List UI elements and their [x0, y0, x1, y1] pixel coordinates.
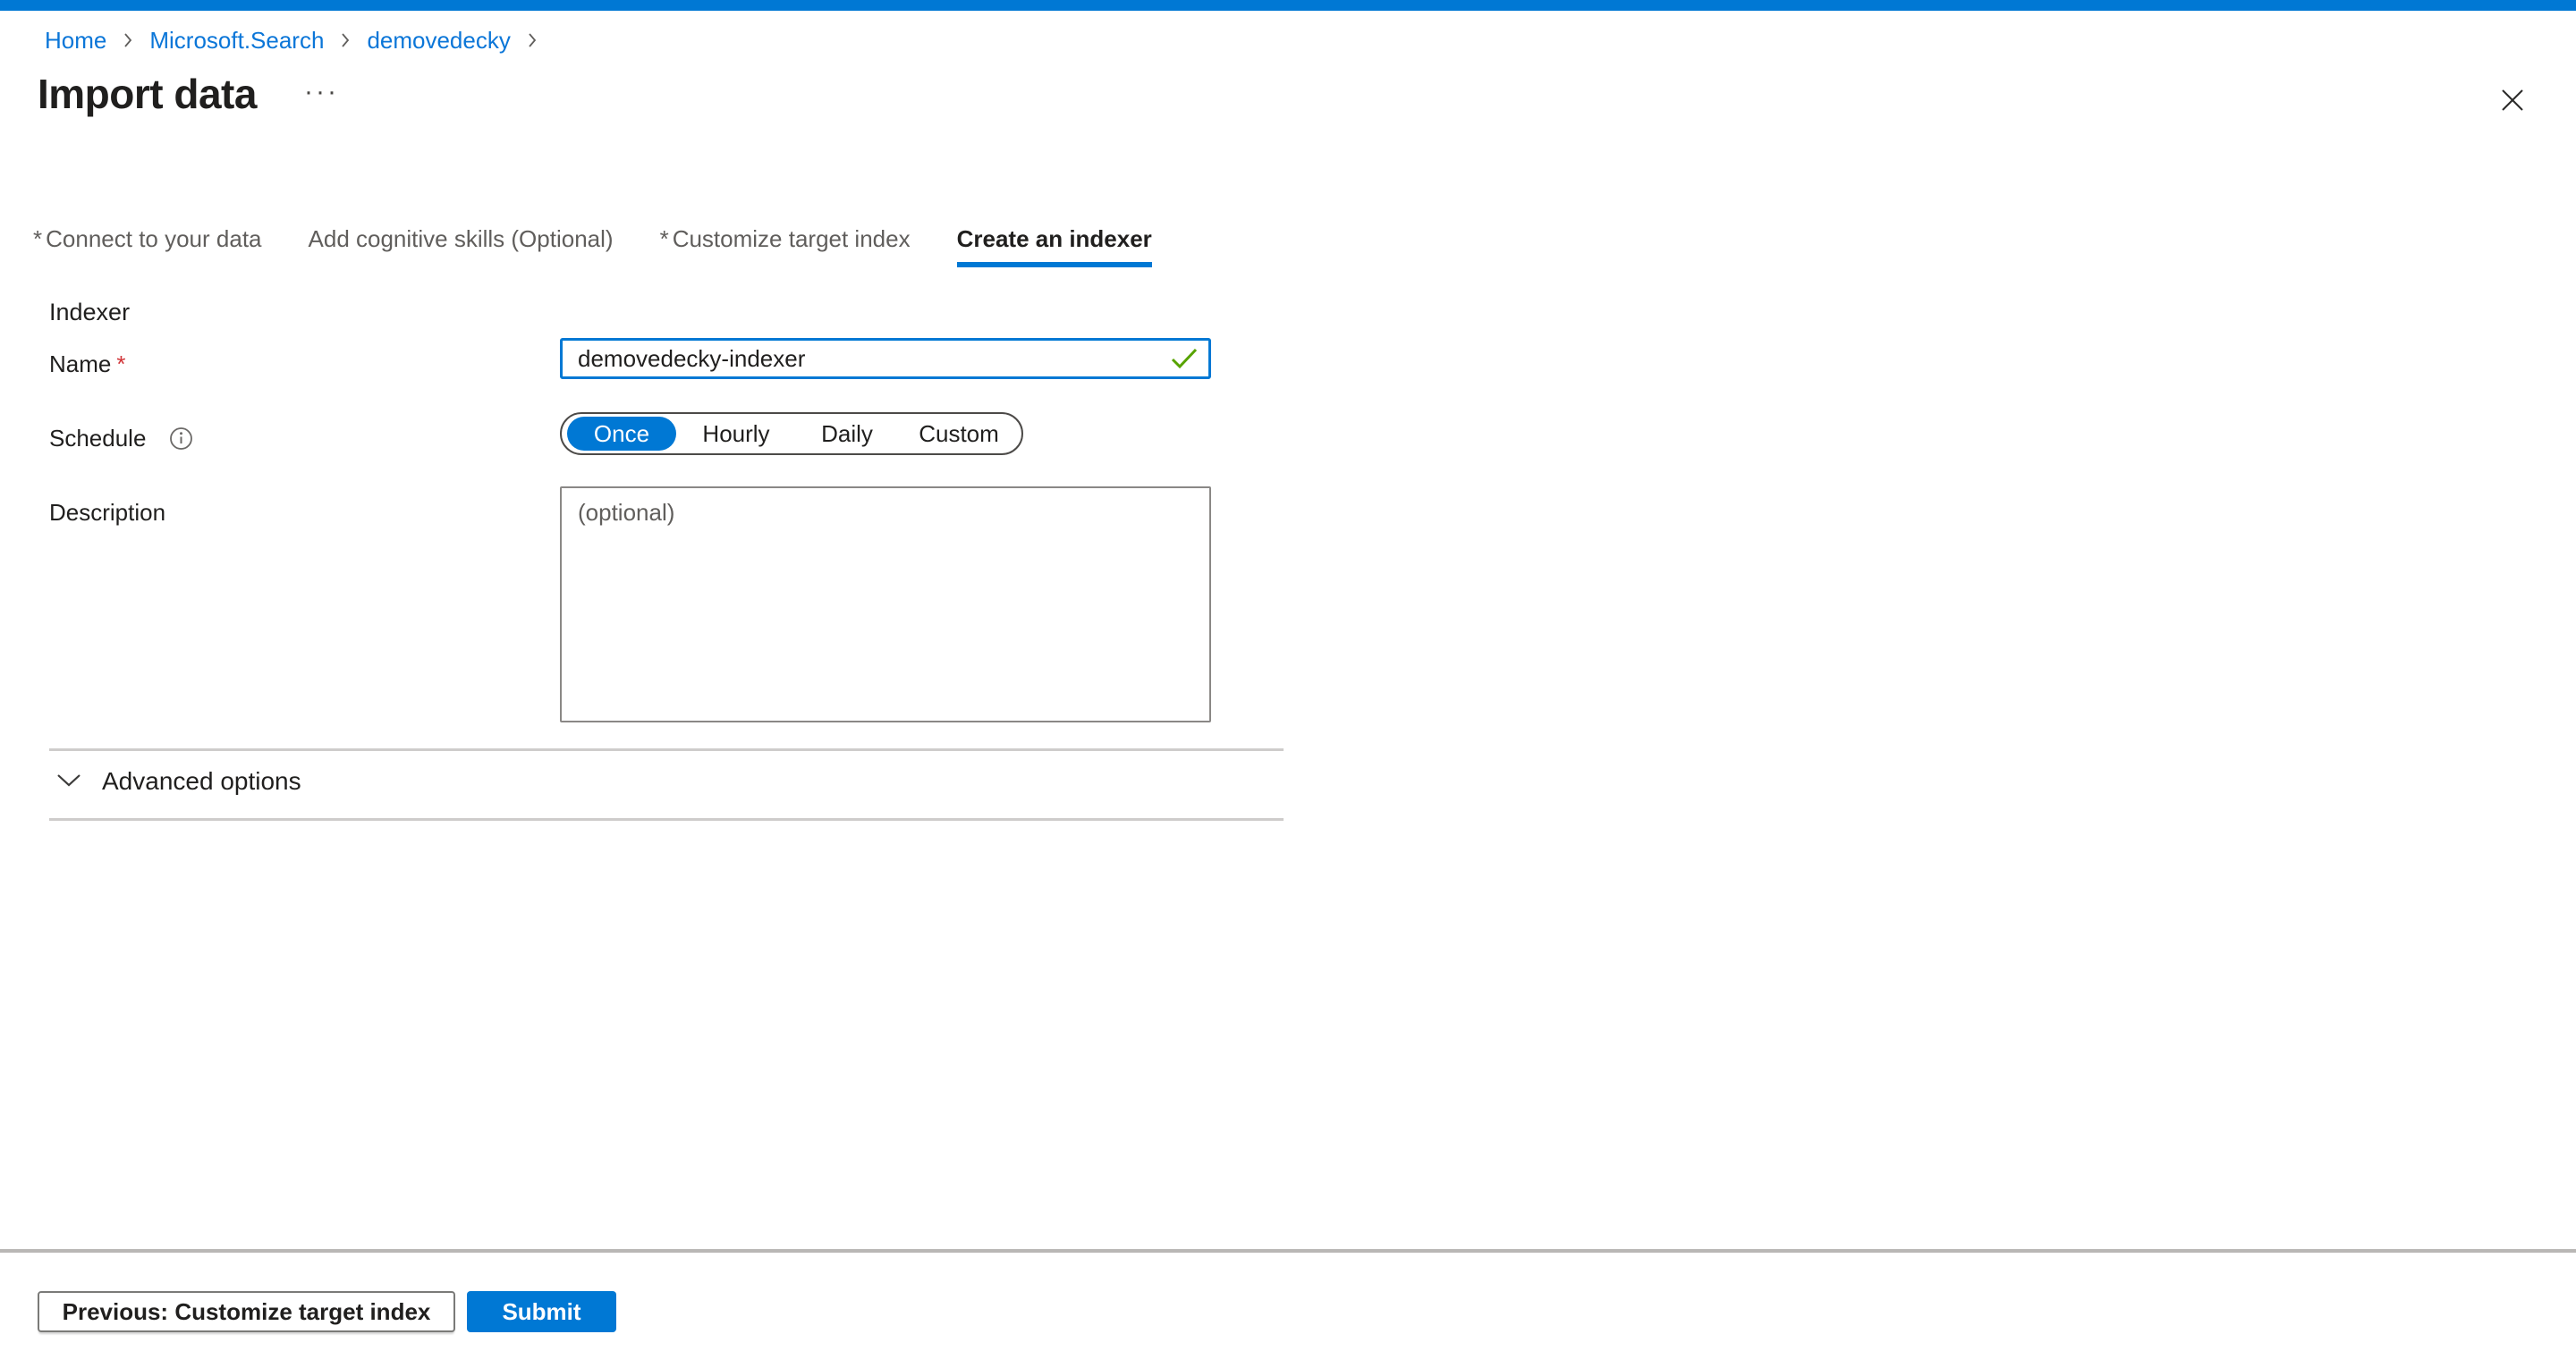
breadcrumb: Home Microsoft.Search demovedecky: [45, 25, 554, 55]
info-icon[interactable]: [169, 426, 193, 455]
footer-divider: [0, 1249, 2576, 1253]
more-options-button[interactable]: ···: [304, 77, 339, 107]
required-marker: *: [33, 225, 42, 252]
tab-customize-target-index[interactable]: *Customize target index: [660, 225, 911, 267]
description-textarea[interactable]: [560, 486, 1211, 722]
name-field-wrapper: [560, 338, 1211, 379]
close-button[interactable]: [2492, 80, 2533, 122]
import-data-page: Home Microsoft.Search demovedecky Import…: [0, 0, 2576, 1368]
chevron-right-icon: [525, 30, 539, 50]
wizard-tabs: *Connect to your data Add cognitive skil…: [33, 225, 1152, 267]
tab-add-cognitive-skills[interactable]: Add cognitive skills (Optional): [309, 225, 614, 267]
required-asterisk: *: [116, 350, 125, 377]
schedule-option-once[interactable]: Once: [567, 417, 676, 451]
previous-step-button[interactable]: Previous: Customize target index: [38, 1291, 455, 1332]
schedule-label: Schedule: [49, 425, 146, 452]
tab-label: Customize target index: [673, 225, 911, 252]
schedule-option-daily[interactable]: Daily: [796, 420, 898, 448]
schedule-option-hourly[interactable]: Hourly: [676, 420, 796, 448]
name-label-text: Name: [49, 350, 111, 377]
schedule-segmented-control: Once Hourly Daily Custom: [560, 412, 1023, 455]
divider: [49, 748, 1284, 751]
schedule-option-custom[interactable]: Custom: [898, 420, 1020, 448]
tab-connect-to-your-data[interactable]: *Connect to your data: [33, 225, 262, 267]
indexer-section-title: Indexer: [49, 299, 130, 326]
page-title: Import data: [38, 70, 257, 118]
description-label: Description: [49, 499, 165, 527]
close-icon: [2499, 87, 2526, 116]
submit-button[interactable]: Submit: [467, 1291, 616, 1332]
breadcrumb-demovedecky[interactable]: demovedecky: [367, 25, 510, 55]
tab-label: Add cognitive skills (Optional): [309, 225, 614, 252]
chevron-right-icon: [121, 30, 135, 50]
name-label: Name*: [49, 350, 125, 378]
tab-label: Create an indexer: [957, 225, 1152, 252]
chevron-right-icon: [338, 30, 352, 50]
chevron-down-icon: [55, 773, 82, 791]
top-accent-bar: [0, 0, 2576, 11]
required-marker: *: [660, 225, 669, 252]
breadcrumb-microsoft-search[interactable]: Microsoft.Search: [149, 25, 324, 55]
tab-create-an-indexer[interactable]: Create an indexer: [957, 225, 1152, 267]
divider: [49, 818, 1284, 821]
tab-label: Connect to your data: [46, 225, 261, 252]
advanced-options-label: Advanced options: [102, 767, 301, 796]
indexer-name-input[interactable]: [560, 338, 1211, 379]
breadcrumb-home[interactable]: Home: [45, 25, 106, 55]
advanced-options-toggle[interactable]: Advanced options: [55, 767, 301, 796]
